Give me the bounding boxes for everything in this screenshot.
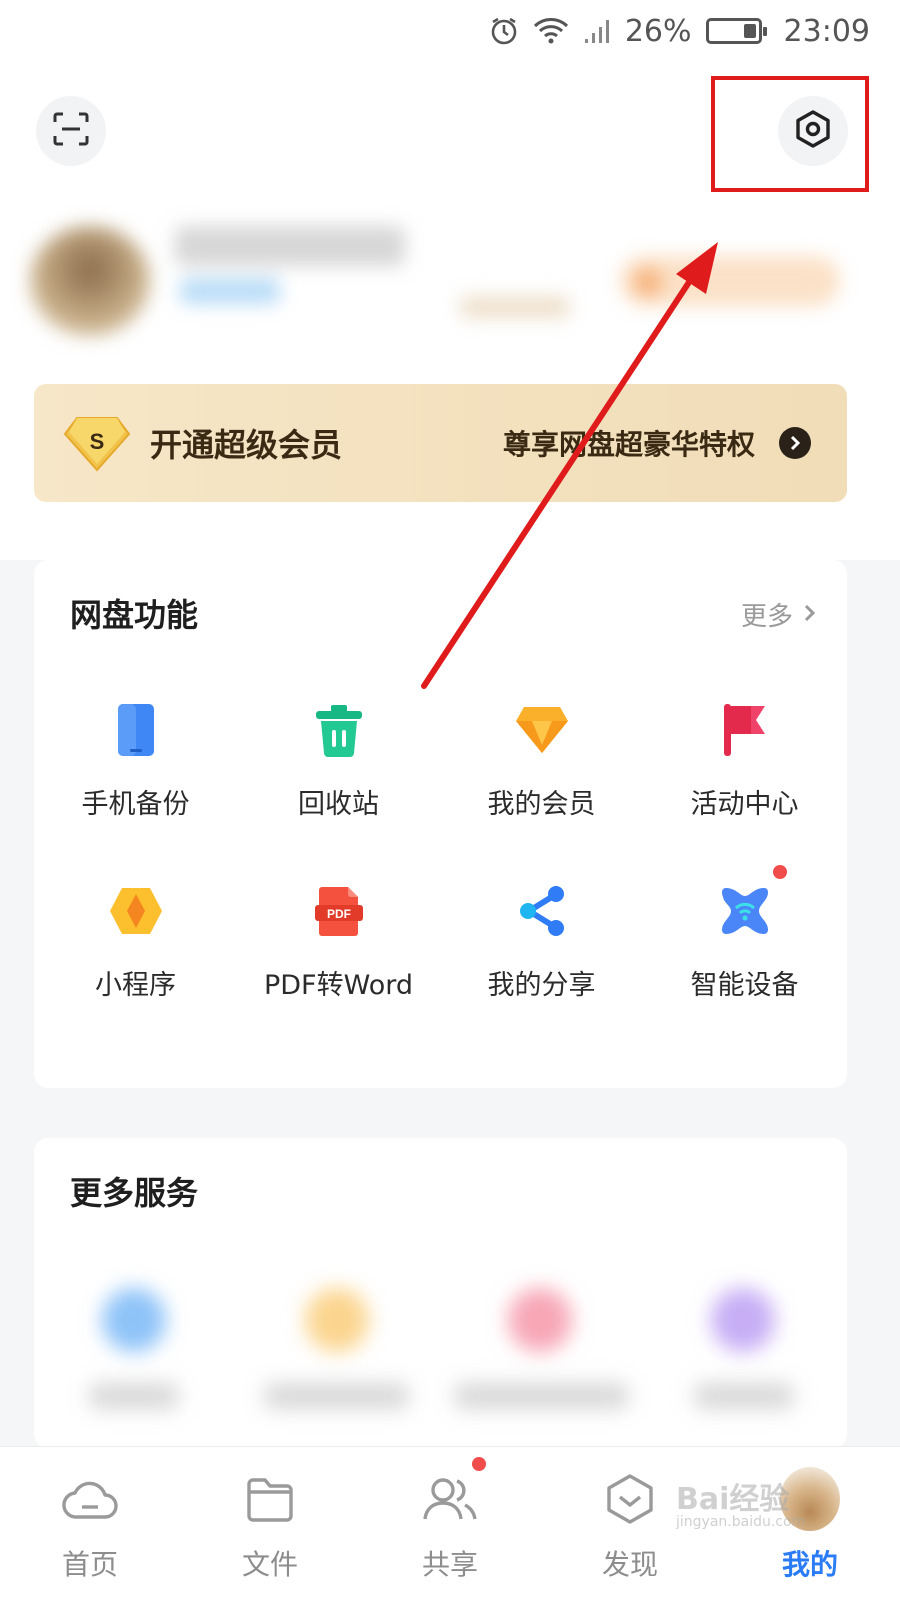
feature-label: PDF转Word: [263, 970, 413, 1001]
features-title: 网盘功能: [70, 596, 199, 634]
feature-label: 回收站: [298, 789, 379, 820]
feature-my-membership[interactable]: 我的会员: [440, 700, 643, 821]
nav-label: 发现: [601, 1548, 658, 1581]
battery-icon: [705, 18, 767, 44]
more-services-title: 更多服务: [70, 1174, 199, 1212]
features-more-link[interactable]: 更多: [741, 596, 817, 633]
feature-mini-program[interactable]: 小程序: [34, 881, 237, 1002]
scan-button[interactable]: [36, 96, 106, 166]
nav-item-share[interactable]: 共享: [360, 1447, 540, 1600]
more-label: 更多: [740, 602, 793, 632]
feature-label: 我的分享: [487, 970, 596, 1001]
service-icon-redacted: [508, 1288, 572, 1352]
service-label-redacted: [454, 1383, 629, 1409]
more-services-card: 更多服务: [34, 1138, 847, 1448]
nav-label: 文件: [241, 1548, 298, 1581]
service-icon-redacted: [102, 1288, 166, 1352]
signal-icon: [583, 17, 611, 45]
feature-recycle-bin[interactable]: 回收站: [237, 700, 440, 821]
feature-label: 小程序: [95, 970, 176, 1001]
svg-text:S: S: [90, 429, 105, 454]
svg-text:PDF: PDF: [327, 907, 351, 921]
battery-percent: 26%: [624, 13, 692, 49]
feature-pdf-to-word[interactable]: PDF PDF转Word: [237, 881, 440, 1002]
feature-label: 我的会员: [487, 789, 596, 820]
alarm-icon: [489, 16, 519, 46]
nav-label: 我的: [781, 1548, 838, 1581]
vip-diamond-icon: S: [62, 413, 132, 473]
watermark-text: Bai经验: [676, 1482, 790, 1517]
pdf-icon: PDF: [309, 881, 369, 941]
scan-icon: [53, 112, 89, 150]
more-services-items-blurred[interactable]: [34, 1268, 847, 1428]
feature-activity-center[interactable]: 活动中心: [643, 700, 846, 821]
flag-icon: [715, 700, 775, 760]
notification-dot: [472, 1457, 486, 1471]
feature-label: 活动中心: [690, 789, 799, 820]
chevron-right-icon: [803, 600, 817, 630]
watermark-sub: jingyan.baidu.com: [676, 1514, 806, 1530]
people-icon: [420, 1457, 486, 1529]
folder-icon: [240, 1469, 300, 1529]
features-card: 网盘功能 更多 手机备份 回收站 我的会员 活动中心 小程序 PDF PDF转W…: [34, 560, 847, 1088]
share-icon: [512, 881, 572, 941]
feature-label: 智能设备: [690, 970, 799, 1001]
notification-dot: [772, 865, 787, 879]
member-gem-icon: [512, 700, 572, 760]
feature-label: 手机备份: [81, 789, 190, 820]
watermark: Bai经验 jingyan.baidu.com: [676, 1474, 846, 1534]
feature-smart-device[interactable]: 智能设备: [643, 865, 846, 1002]
service-label-redacted: [694, 1383, 794, 1409]
nav-label: 共享: [421, 1548, 478, 1581]
service-icon-redacted: [711, 1288, 775, 1352]
vip-subtitle: 尊享网盘超豪华特权: [502, 428, 755, 461]
profile-avatar: [30, 226, 150, 336]
cloud-icon: [60, 1469, 120, 1529]
wifi-icon: [533, 16, 569, 46]
service-label-redacted: [89, 1383, 179, 1409]
profile-info-redacted: [460, 296, 570, 318]
phone-backup-icon: [106, 700, 166, 760]
smart-device-icon: [715, 865, 787, 941]
profile-action-redacted: [620, 256, 840, 306]
profile-area-blurred[interactable]: [20, 206, 880, 351]
service-label-redacted: [264, 1383, 409, 1409]
profile-tag-redacted: [180, 278, 280, 304]
profile-name-redacted: [175, 226, 405, 266]
features-grid: 手机备份 回收站 我的会员 活动中心 小程序 PDF PDF转Word 我的分享…: [34, 700, 847, 1002]
status-bar: 26% 23:09: [0, 0, 900, 62]
mini-program-icon: [106, 881, 166, 941]
chevron-right-icon: [779, 427, 811, 459]
vip-banner[interactable]: S 开通超级会员 尊享网盘超豪华特权: [34, 384, 847, 502]
nav-label: 首页: [61, 1548, 118, 1581]
discover-icon: [600, 1469, 660, 1529]
annotation-highlight-box: [711, 76, 869, 192]
status-time: 23:09: [783, 13, 870, 49]
nav-item-files[interactable]: 文件: [180, 1447, 360, 1600]
feature-my-share[interactable]: 我的分享: [440, 881, 643, 1002]
feature-phone-backup[interactable]: 手机备份: [34, 700, 237, 821]
vip-title: 开通超级会员: [150, 426, 343, 464]
nav-item-home[interactable]: 首页: [0, 1447, 180, 1600]
recycle-bin-icon: [309, 700, 369, 760]
service-icon-redacted: [305, 1288, 369, 1352]
